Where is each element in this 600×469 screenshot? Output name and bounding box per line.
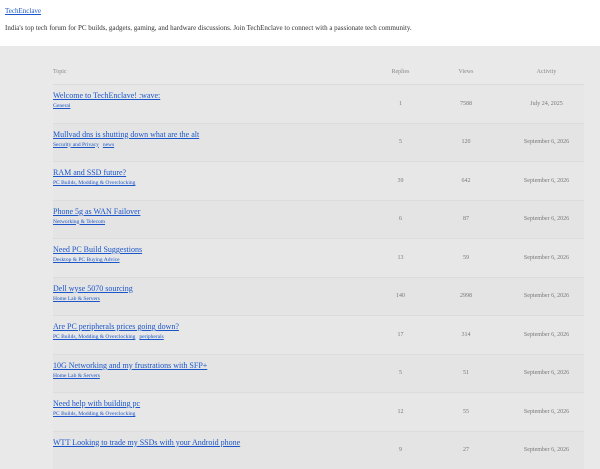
- topic-title-link[interactable]: Phone 5g as WAN Failover: [53, 206, 378, 217]
- topic-tags: Security and Privacy news: [53, 141, 378, 150]
- topic-title-link[interactable]: Need PC Build Suggestions: [53, 244, 378, 255]
- activity-date: September 6, 2026: [509, 316, 584, 354]
- topic-title-link[interactable]: Mullvad dns is shutting down what are th…: [53, 129, 378, 140]
- views-count: 2998: [423, 278, 509, 316]
- activity-date: September 6, 2026: [509, 278, 584, 316]
- topic-cell: Phone 5g as WAN Failover Networking & Tel…: [53, 201, 378, 239]
- site-home-link[interactable]: TechEnclave: [5, 6, 595, 16]
- topic-tags: General: [53, 102, 378, 111]
- site-tagline: India's top tech forum for PC builds, ga…: [5, 24, 595, 33]
- views-count: 314: [423, 316, 509, 354]
- table-row: Need help with building pc PC Builds, Mod…: [53, 392, 584, 431]
- category-tag-link[interactable]: news: [103, 142, 114, 148]
- replies-count: 12: [378, 393, 423, 431]
- views-count: 55: [423, 393, 509, 431]
- category-tag-link[interactable]: General: [53, 103, 70, 109]
- category-tag-link[interactable]: Home Lab & Servers: [53, 373, 100, 379]
- topic-cell: Need PC Build Suggestions Desktop & PC Bu…: [53, 239, 378, 277]
- activity-date: July 24, 2025: [509, 85, 584, 123]
- replies-count: 5: [378, 355, 423, 393]
- topic-cell: 10G Networking and my frustrations with …: [53, 355, 378, 393]
- site-header: TechEnclave India's top tech forum for P…: [0, 0, 600, 46]
- topic-tags: Home Lab & Servers: [53, 372, 378, 381]
- topic-cell: Need help with building pc PC Builds, Mod…: [53, 393, 378, 431]
- activity-date: September 6, 2026: [509, 201, 584, 239]
- topic-tags: PC Builds, Modding & Overclocking: [53, 410, 378, 419]
- views-count: 87: [423, 201, 509, 239]
- views-count: 51: [423, 355, 509, 393]
- replies-count: 140: [378, 278, 423, 316]
- table-row: 10G Networking and my frustrations with …: [53, 354, 584, 393]
- topic-tags: Desktop & PC Buying Advice: [53, 256, 378, 265]
- topic-tags: Networking & Telecom: [53, 218, 378, 227]
- topic-title-link[interactable]: 10G Networking and my frustrations with …: [53, 360, 378, 371]
- topic-list: Topic Replies Views Activity Welcome to …: [53, 46, 584, 469]
- activity-date: September 6, 2026: [509, 355, 584, 393]
- category-tag-link[interactable]: Desktop & PC Buying Advice: [53, 257, 120, 263]
- replies-count: 1: [378, 85, 423, 123]
- category-tag-link[interactable]: PC Builds, Modding & Overclocking: [53, 180, 135, 186]
- topic-cell: RAM and SSD future? PC Builds, Modding & …: [53, 162, 378, 200]
- replies-count: 5: [378, 124, 423, 162]
- category-tag-link[interactable]: peripherals: [139, 334, 163, 340]
- activity-date: September 6, 2026: [509, 393, 584, 431]
- replies-count: 13: [378, 239, 423, 277]
- topic-tags: PC Builds, Modding & Overclocking: [53, 179, 378, 188]
- activity-date: September 6, 2026: [509, 239, 584, 277]
- topic-title-link[interactable]: WTT Looking to trade my SSDs with your A…: [53, 437, 378, 448]
- topic-cell: Dell wyse 5070 sourcing Home Lab & Server…: [53, 278, 378, 316]
- topic-title-link[interactable]: Are PC peripherals prices going down?: [53, 321, 378, 332]
- topic-tags: Home Lab & Servers: [53, 295, 378, 304]
- views-count: 642: [423, 162, 509, 200]
- topic-tags: PC Builds, Modding & Overclocking periphe…: [53, 333, 378, 342]
- table-row: RAM and SSD future? PC Builds, Modding & …: [53, 161, 584, 200]
- category-tag-link[interactable]: PC Builds, Modding & Overclocking: [53, 334, 135, 340]
- topic-cell: Welcome to TechEnclave! :wave: General: [53, 85, 378, 123]
- activity-date: September 6, 2026: [509, 432, 584, 469]
- table-row: Phone 5g as WAN Failover Networking & Tel…: [53, 200, 584, 239]
- views-count: 59: [423, 239, 509, 277]
- category-tag-link[interactable]: PC Builds, Modding & Overclocking: [53, 411, 135, 417]
- activity-date: September 6, 2026: [509, 162, 584, 200]
- replies-count: 6: [378, 201, 423, 239]
- topic-cell: Are PC peripherals prices going down?PC …: [53, 316, 378, 354]
- views-count: 27: [423, 432, 509, 469]
- views-count: 120: [423, 124, 509, 162]
- header-replies[interactable]: Replies: [378, 69, 423, 75]
- topic-title-link[interactable]: RAM and SSD future?: [53, 167, 378, 178]
- topic-title-link[interactable]: Welcome to TechEnclave! :wave:: [53, 90, 378, 101]
- header-topic[interactable]: Topic: [53, 69, 378, 75]
- topic-title-link[interactable]: Need help with building pc: [53, 398, 378, 409]
- topic-cell: Mullvad dns is shutting down what are th…: [53, 124, 378, 162]
- table-row: Mullvad dns is shutting down what are th…: [53, 123, 584, 162]
- category-tag-link[interactable]: Networking & Telecom: [53, 219, 105, 225]
- topic-cell: WTT Looking to trade my SSDs with your A…: [53, 432, 378, 469]
- replies-count: 17: [378, 316, 423, 354]
- table-row: Welcome to TechEnclave! :wave: General 175…: [53, 84, 584, 123]
- header-views[interactable]: Views: [423, 69, 509, 75]
- table-row: Dell wyse 5070 sourcing Home Lab & Server…: [53, 277, 584, 316]
- activity-date: September 6, 2026: [509, 124, 584, 162]
- replies-count: 9: [378, 432, 423, 469]
- category-tag-link[interactable]: Home Lab & Servers: [53, 296, 100, 302]
- replies-count: 39: [378, 162, 423, 200]
- table-row: Are PC peripherals prices going down?PC …: [53, 315, 584, 354]
- views-count: 7588: [423, 85, 509, 123]
- topic-rows: Welcome to TechEnclave! :wave:General175…: [53, 84, 584, 469]
- category-tag-link[interactable]: Security and Privacy: [53, 142, 99, 148]
- topic-title-link[interactable]: Dell wyse 5070 sourcing: [53, 283, 378, 294]
- topic-list-header: Topic Replies Views Activity: [53, 60, 584, 84]
- header-activity[interactable]: Activity: [509, 69, 584, 75]
- table-row: Need PC Build Suggestions Desktop & PC Bu…: [53, 238, 584, 277]
